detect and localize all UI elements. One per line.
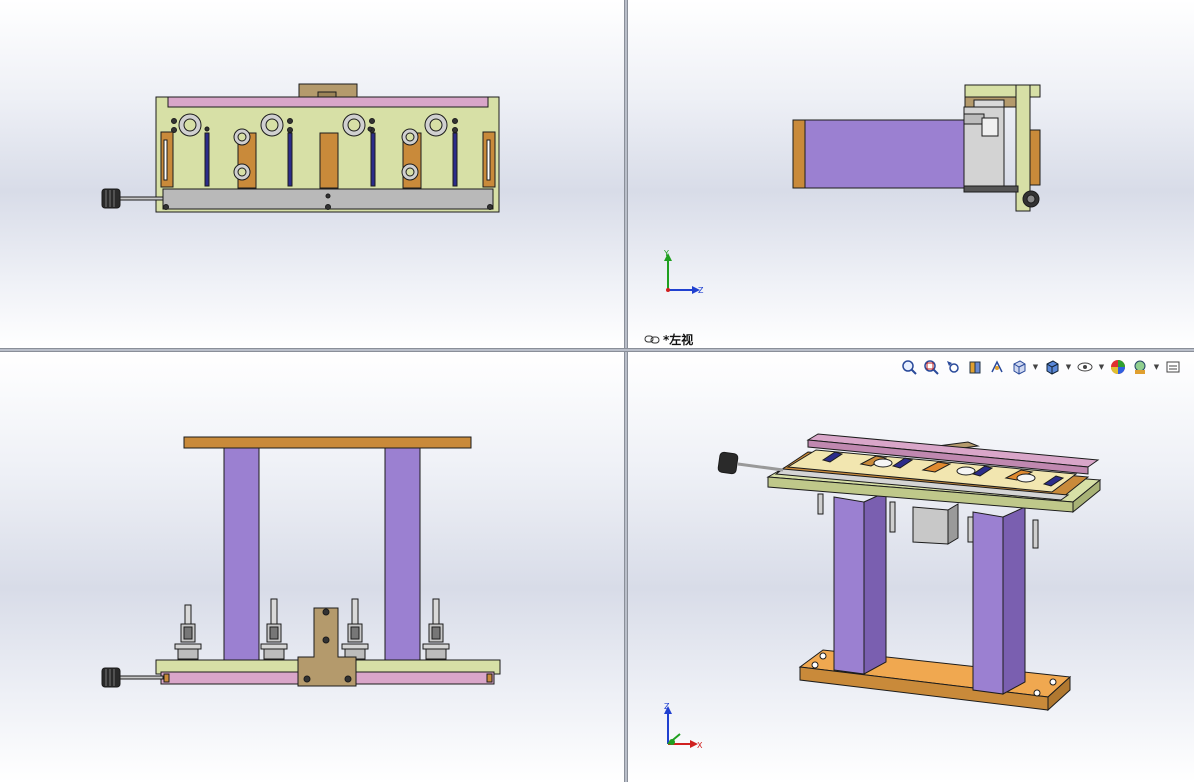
top-view-model[interactable] — [0, 352, 624, 782]
view-name: *左视 — [663, 333, 694, 347]
link-icon — [644, 335, 660, 344]
iso-knurled-knob — [717, 451, 739, 475]
purple-column — [803, 119, 970, 189]
isometric-view-model[interactable]: Z X — [628, 352, 1194, 782]
pin-3 — [341, 598, 369, 660]
triad-iso-view: Z X — [664, 702, 703, 750]
viewport-splitter-horizontal[interactable] — [0, 348, 1194, 352]
triad-z-label: Z — [664, 702, 670, 711]
knurled-knob — [101, 667, 121, 688]
orange-block-2 — [319, 132, 339, 189]
knurled-knob — [101, 188, 121, 209]
column-left — [223, 447, 260, 663]
front-view-model[interactable] — [0, 0, 624, 348]
viewport-top[interactable] — [0, 352, 624, 782]
viewport-splitter-vertical[interactable] — [624, 0, 628, 782]
pin-1 — [174, 604, 202, 660]
viewport-isometric[interactable]: ▼ ▼ ▼ ▼ Z X — [628, 352, 1194, 782]
pink-rail — [167, 96, 489, 108]
iso-column-left — [833, 496, 865, 675]
iso-column-right — [972, 511, 1004, 695]
column-right — [384, 447, 421, 663]
viewport-left[interactable]: Y Z *左视 — [628, 0, 1194, 348]
pin-2 — [260, 598, 288, 660]
knob-shaft — [117, 196, 164, 201]
top-board — [183, 436, 472, 449]
viewport-front[interactable] — [0, 0, 624, 348]
triad-z-label: Z — [698, 286, 704, 295]
left-view-model[interactable]: Y Z — [628, 0, 1194, 348]
pin-4 — [422, 598, 450, 660]
view-label: *左视 — [644, 331, 693, 348]
triad-left-view: Y Z — [663, 249, 704, 295]
triad-y-label: Y — [663, 249, 669, 258]
triad-x-label: X — [697, 741, 703, 750]
